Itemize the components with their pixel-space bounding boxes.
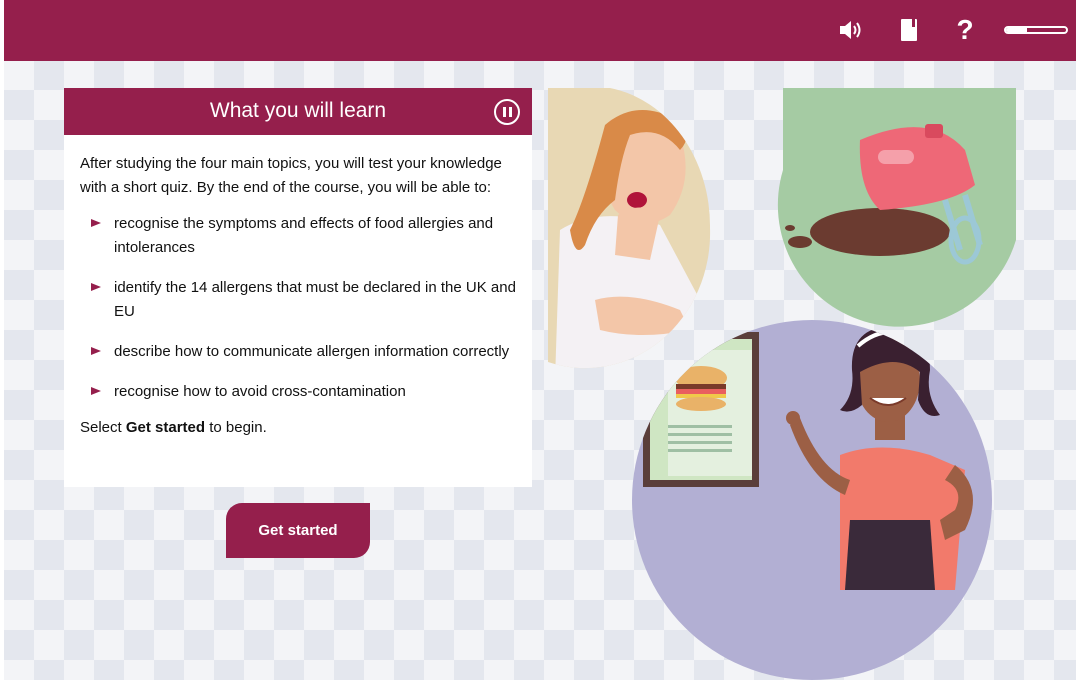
illustrations [548,88,1016,680]
mixer-illustration [777,88,1016,327]
woman-pointing-illustration [632,320,992,680]
coughing-woman-illustration [548,88,711,369]
